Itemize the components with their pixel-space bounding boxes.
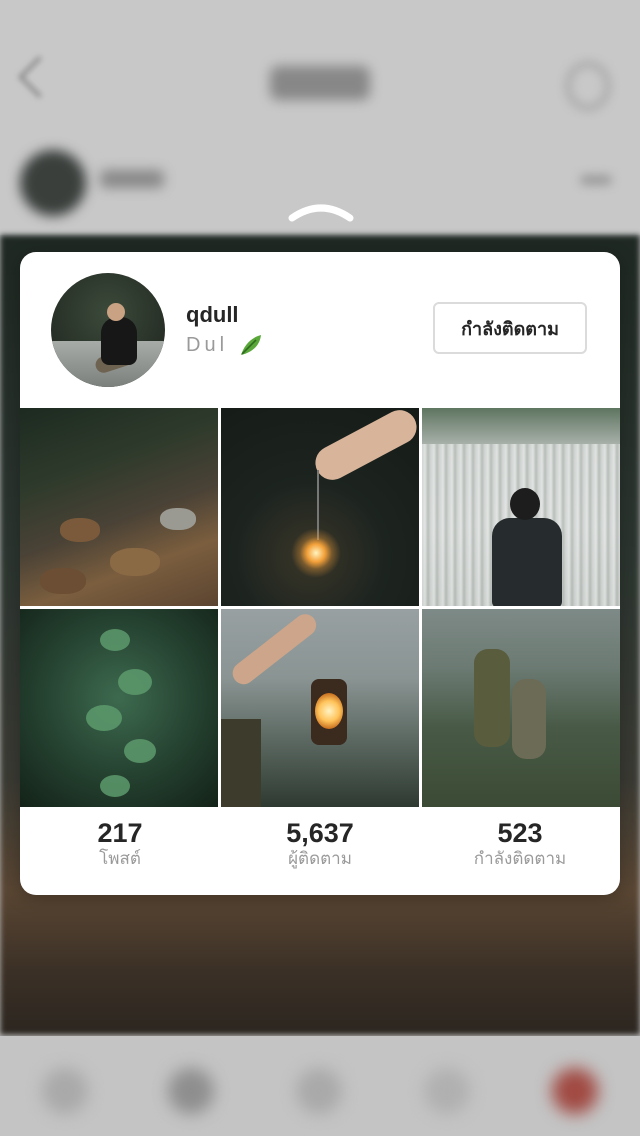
background-avatar [20,150,86,216]
profile-avatar[interactable] [51,273,165,387]
backpack-shape [492,518,562,606]
hiker-head [510,488,540,520]
username[interactable]: qdull [186,302,239,328]
avatar-body [101,317,137,365]
sleeve-shape [221,719,261,807]
profile-tab-avatar [552,1068,598,1114]
full-name: Dul [186,334,229,356]
background-username [100,170,164,188]
heart-icon [424,1068,470,1114]
profile-stats: 217 โพสต์ 5,637 ผู้ติดตาม 523 กำลังติดตา… [20,818,620,878]
rock-shape [160,508,196,530]
followers-count: 5,637 [286,818,354,848]
leaf-icon [241,335,261,355]
avatar-head [107,303,125,321]
rock-shape [60,518,100,542]
post-thumbnail-fern[interactable] [20,609,218,807]
add-post-icon [296,1068,342,1114]
chevron-up-icon[interactable] [288,196,354,226]
posts-count: 217 [97,818,143,848]
arm-shape [228,609,321,689]
post-thumbnail-sparkler[interactable] [221,408,419,606]
hiker-shape [512,679,546,759]
more-options-icon [580,175,612,185]
fern-leaf [86,705,122,731]
lantern-flame [315,693,343,729]
fern-leaf [118,669,152,695]
following-stat[interactable]: 523 กำลังติดตาม [420,818,620,870]
following-count: 523 [497,818,543,848]
hand-shape [309,408,419,486]
rock-shape [40,568,86,594]
post-thumbnail-waterfall[interactable] [422,408,620,606]
fern-leaf [100,629,130,651]
home-icon [42,1068,88,1114]
followers-stat[interactable]: 5,637 ผู้ติดตาม [220,818,420,870]
fern-leaf [100,775,130,797]
followers-label: ผู้ติดตาม [288,849,352,869]
following-button[interactable]: กำลังติดตาม [433,302,587,354]
following-label: กำลังติดตาม [473,849,567,869]
sparkler-glow [291,528,341,578]
hiker-shape [474,649,510,747]
post-thumbnail-stream[interactable] [20,408,218,606]
post-thumbnail-hikers[interactable] [422,609,620,807]
profile-preview-card: qdull Dul กำลังติดตาม 217 โพสต์ 5,637 ผู… [20,252,620,895]
post-thumbnail-lantern[interactable] [221,609,419,807]
background-title [270,66,370,100]
posts-label: โพสต์ [99,849,141,869]
fern-leaf [124,739,156,763]
person-icon [566,62,610,110]
post-grid [20,408,620,808]
rock-shape [110,548,160,576]
search-icon [168,1068,214,1114]
posts-stat[interactable]: 217 โพสต์ [20,818,220,870]
